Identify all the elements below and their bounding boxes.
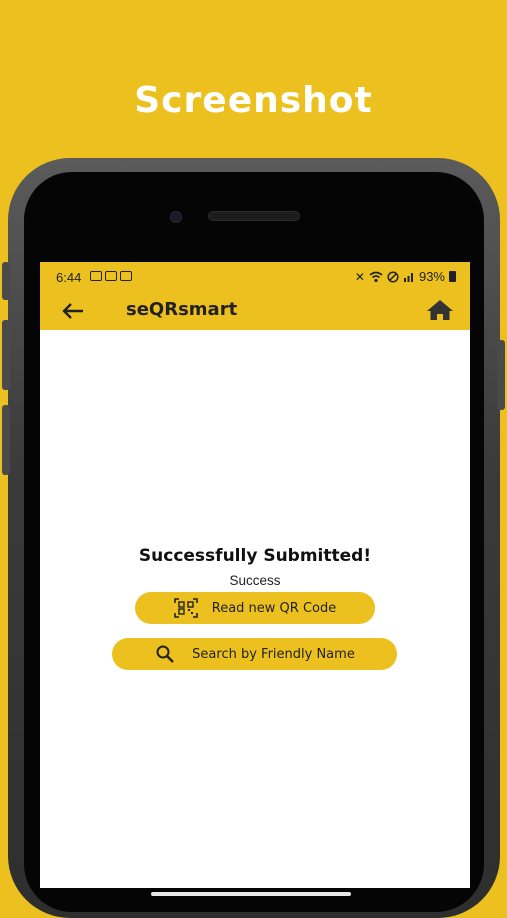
phone-screen: 6:44 ✕ 93% seQRsmart Successfully Submit…: [40, 262, 470, 888]
read-new-qr-code-label: Read new QR Code: [211, 600, 337, 616]
notification-icon: [90, 271, 102, 281]
phone-volume-down-button: [2, 405, 10, 475]
promo-title: Screenshot: [134, 80, 373, 121]
battery-icon: [449, 271, 456, 282]
signal-icon: [403, 272, 413, 282]
earpiece-speaker: [208, 211, 300, 221]
success-subtitle: Success: [229, 573, 281, 588]
dnd-icon: [387, 270, 399, 283]
read-new-qr-code-button[interactable]: Read new QR Code: [135, 592, 375, 624]
home-indicator: [151, 892, 351, 896]
front-camera: [170, 211, 182, 223]
home-icon[interactable]: [426, 298, 454, 322]
wifi-icon: [369, 271, 383, 282]
arrow-left-icon[interactable]: [60, 300, 86, 322]
status-notification-icons: [90, 271, 132, 281]
success-title: Successfully Submitted!: [138, 546, 372, 566]
phone-side-button: [2, 262, 10, 300]
image-icon: [120, 271, 132, 281]
mute-icon: ✕: [354, 269, 365, 284]
app-bar: seQRsmart: [40, 292, 470, 330]
phone-volume-up-button: [2, 320, 10, 390]
search-by-friendly-name-button[interactable]: Search by Friendly Name: [112, 638, 397, 670]
qr-scan-icon: [173, 598, 198, 618]
search-by-friendly-name-label: Search by Friendly Name: [192, 646, 355, 662]
notification-icon: [105, 271, 117, 281]
status-bar: 6:44 ✕ 93%: [40, 262, 470, 292]
status-system-icons: ✕ 93%: [355, 269, 456, 284]
phone-power-button: [497, 340, 505, 410]
search-icon: [156, 645, 175, 663]
battery-percent: 93%: [418, 269, 445, 284]
app-title: seQRsmart: [126, 299, 238, 320]
status-time: 6:44: [56, 270, 82, 285]
